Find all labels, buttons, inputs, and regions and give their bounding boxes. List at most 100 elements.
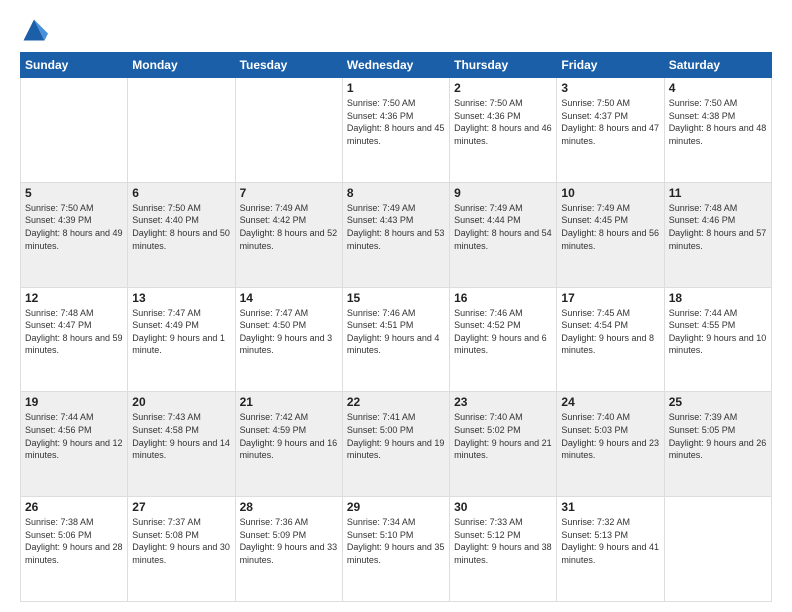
calendar-day-cell: 24 Sunrise: 7:40 AMSunset: 5:03 PMDayligh… [557,392,664,497]
day-info: Sunrise: 7:50 AMSunset: 4:36 PMDaylight:… [454,97,552,147]
day-info: Sunrise: 7:33 AMSunset: 5:12 PMDaylight:… [454,516,552,566]
day-number: 18 [669,291,767,305]
day-info: Sunrise: 7:47 AMSunset: 4:49 PMDaylight:… [132,307,230,357]
calendar-day-cell: 5 Sunrise: 7:50 AMSunset: 4:39 PMDaylight… [21,182,128,287]
calendar-day-cell [664,497,771,602]
day-info: Sunrise: 7:40 AMSunset: 5:02 PMDaylight:… [454,411,552,461]
calendar-day-cell: 16 Sunrise: 7:46 AMSunset: 4:52 PMDayligh… [450,287,557,392]
day-info: Sunrise: 7:40 AMSunset: 5:03 PMDaylight:… [561,411,659,461]
day-number: 20 [132,395,230,409]
page: SundayMondayTuesdayWednesdayThursdayFrid… [0,0,792,612]
day-number: 29 [347,500,445,514]
day-of-week-header: Friday [557,53,664,78]
calendar-day-cell: 26 Sunrise: 7:38 AMSunset: 5:06 PMDayligh… [21,497,128,602]
day-info: Sunrise: 7:49 AMSunset: 4:42 PMDaylight:… [240,202,338,252]
calendar-header-row: SundayMondayTuesdayWednesdayThursdayFrid… [21,53,772,78]
day-number: 30 [454,500,552,514]
calendar-day-cell: 4 Sunrise: 7:50 AMSunset: 4:38 PMDaylight… [664,78,771,183]
day-number: 11 [669,186,767,200]
day-info: Sunrise: 7:34 AMSunset: 5:10 PMDaylight:… [347,516,445,566]
day-number: 4 [669,81,767,95]
calendar-day-cell: 31 Sunrise: 7:32 AMSunset: 5:13 PMDayligh… [557,497,664,602]
day-number: 16 [454,291,552,305]
day-number: 6 [132,186,230,200]
calendar-day-cell: 25 Sunrise: 7:39 AMSunset: 5:05 PMDayligh… [664,392,771,497]
day-number: 21 [240,395,338,409]
logo [20,16,52,44]
day-info: Sunrise: 7:49 AMSunset: 4:45 PMDaylight:… [561,202,659,252]
calendar-day-cell: 1 Sunrise: 7:50 AMSunset: 4:36 PMDaylight… [342,78,449,183]
day-info: Sunrise: 7:50 AMSunset: 4:36 PMDaylight:… [347,97,445,147]
calendar-day-cell: 29 Sunrise: 7:34 AMSunset: 5:10 PMDayligh… [342,497,449,602]
calendar-day-cell: 7 Sunrise: 7:49 AMSunset: 4:42 PMDaylight… [235,182,342,287]
calendar-week-row: 12 Sunrise: 7:48 AMSunset: 4:47 PMDayligh… [21,287,772,392]
day-info: Sunrise: 7:44 AMSunset: 4:55 PMDaylight:… [669,307,767,357]
day-info: Sunrise: 7:50 AMSunset: 4:40 PMDaylight:… [132,202,230,252]
calendar-day-cell: 17 Sunrise: 7:45 AMSunset: 4:54 PMDayligh… [557,287,664,392]
calendar-day-cell: 19Sunrise: 7:44 AMSunset: 4:56 PMDayligh… [21,392,128,497]
calendar-day-cell: 14 Sunrise: 7:47 AMSunset: 4:50 PMDayligh… [235,287,342,392]
day-info: Sunrise: 7:46 AMSunset: 4:52 PMDaylight:… [454,307,552,357]
day-info: Sunrise: 7:50 AMSunset: 4:39 PMDaylight:… [25,202,123,252]
day-info: Sunrise: 7:48 AMSunset: 4:46 PMDaylight:… [669,202,767,252]
day-number: 15 [347,291,445,305]
calendar-day-cell: 22 Sunrise: 7:41 AMSunset: 5:00 PMDayligh… [342,392,449,497]
day-of-week-header: Thursday [450,53,557,78]
day-info: Sunrise: 7:50 AMSunset: 4:38 PMDaylight:… [669,97,767,147]
calendar-day-cell: 10 Sunrise: 7:49 AMSunset: 4:45 PMDayligh… [557,182,664,287]
day-info: Sunrise: 7:50 AMSunset: 4:37 PMDaylight:… [561,97,659,147]
day-number: 5 [25,186,123,200]
day-number: 25 [669,395,767,409]
day-info: Sunrise: 7:39 AMSunset: 5:05 PMDaylight:… [669,411,767,461]
day-number: 22 [347,395,445,409]
calendar-day-cell: 27 Sunrise: 7:37 AMSunset: 5:08 PMDayligh… [128,497,235,602]
day-number: 13 [132,291,230,305]
calendar-table: SundayMondayTuesdayWednesdayThursdayFrid… [20,52,772,602]
day-number: 23 [454,395,552,409]
day-of-week-header: Tuesday [235,53,342,78]
day-number: 19 [25,395,123,409]
day-info: Sunrise: 7:49 AMSunset: 4:43 PMDaylight:… [347,202,445,252]
calendar-day-cell: 6 Sunrise: 7:50 AMSunset: 4:40 PMDaylight… [128,182,235,287]
day-number: 1 [347,81,445,95]
calendar-day-cell: 20Sunrise: 7:43 AMSunset: 4:58 PMDayligh… [128,392,235,497]
day-number: 27 [132,500,230,514]
day-number: 3 [561,81,659,95]
calendar-day-cell: 23 Sunrise: 7:40 AMSunset: 5:02 PMDayligh… [450,392,557,497]
day-number: 12 [25,291,123,305]
calendar-day-cell: 12 Sunrise: 7:48 AMSunset: 4:47 PMDayligh… [21,287,128,392]
day-of-week-header: Wednesday [342,53,449,78]
day-info: Sunrise: 7:41 AMSunset: 5:00 PMDaylight:… [347,411,445,461]
day-number: 24 [561,395,659,409]
day-number: 10 [561,186,659,200]
day-info: Sunrise: 7:37 AMSunset: 5:08 PMDaylight:… [132,516,230,566]
day-info: Sunrise: 7:45 AMSunset: 4:54 PMDaylight:… [561,307,659,357]
calendar-day-cell: 18 Sunrise: 7:44 AMSunset: 4:55 PMDayligh… [664,287,771,392]
header [20,16,772,44]
calendar-day-cell [235,78,342,183]
logo-icon [20,16,48,44]
day-info: Sunrise: 7:38 AMSunset: 5:06 PMDaylight:… [25,516,123,566]
day-number: 7 [240,186,338,200]
day-number: 14 [240,291,338,305]
day-number: 9 [454,186,552,200]
day-info: Sunrise: 7:47 AMSunset: 4:50 PMDaylight:… [240,307,338,357]
calendar-day-cell: 15 Sunrise: 7:46 AMSunset: 4:51 PMDayligh… [342,287,449,392]
day-number: 26 [25,500,123,514]
calendar-day-cell: 28Sunrise: 7:36 AMSunset: 5:09 PMDayligh… [235,497,342,602]
day-info: Sunrise: 7:32 AMSunset: 5:13 PMDaylight:… [561,516,659,566]
day-number: 2 [454,81,552,95]
day-info: Sunrise: 7:48 AMSunset: 4:47 PMDaylight:… [25,307,123,357]
calendar-day-cell: 2 Sunrise: 7:50 AMSunset: 4:36 PMDaylight… [450,78,557,183]
calendar-day-cell: 11 Sunrise: 7:48 AMSunset: 4:46 PMDayligh… [664,182,771,287]
calendar-week-row: 1 Sunrise: 7:50 AMSunset: 4:36 PMDaylight… [21,78,772,183]
day-number: 31 [561,500,659,514]
calendar-day-cell [21,78,128,183]
day-number: 8 [347,186,445,200]
day-info: Sunrise: 7:46 AMSunset: 4:51 PMDaylight:… [347,307,445,357]
day-info: Sunrise: 7:36 AMSunset: 5:09 PMDaylight:… [240,516,338,566]
day-number: 17 [561,291,659,305]
calendar-day-cell: 8 Sunrise: 7:49 AMSunset: 4:43 PMDaylight… [342,182,449,287]
calendar-day-cell: 3 Sunrise: 7:50 AMSunset: 4:37 PMDaylight… [557,78,664,183]
day-of-week-header: Sunday [21,53,128,78]
